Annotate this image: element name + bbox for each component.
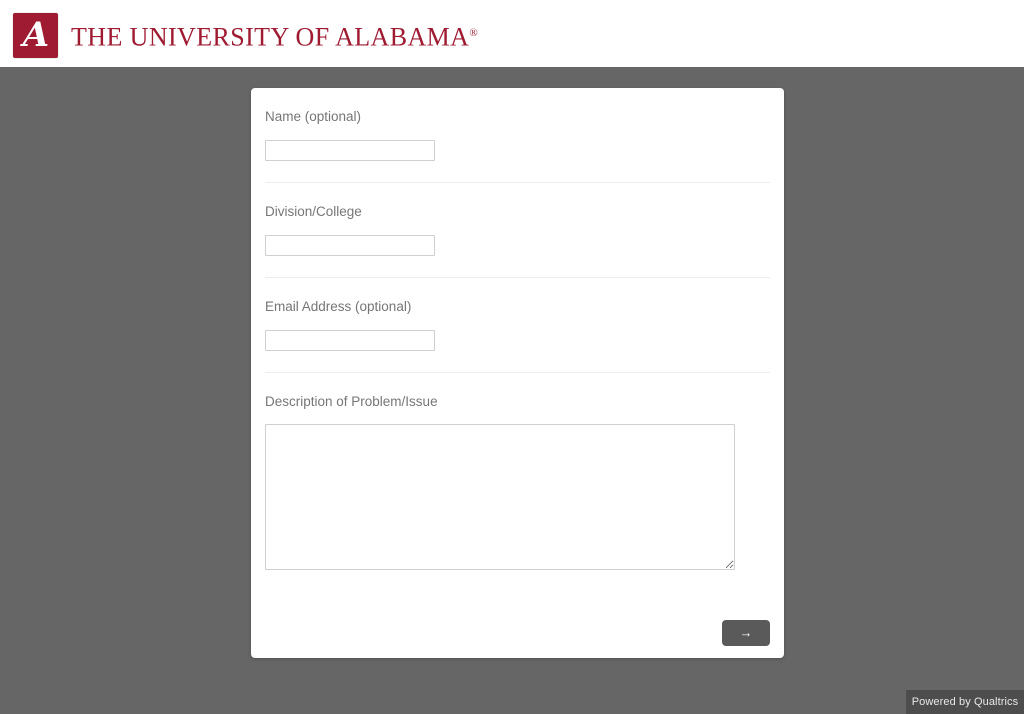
question-label-email: Email Address (optional) bbox=[265, 299, 412, 314]
question-input-wrap-name bbox=[265, 126, 770, 182]
question-input-wrap-division bbox=[265, 221, 770, 277]
brand-name-text: THE UNIVERSITY OF ALABAMA bbox=[71, 22, 470, 52]
site-header: A THE UNIVERSITY OF ALABAMA® bbox=[0, 0, 1024, 67]
survey-card: Name (optional) Division/College Email A… bbox=[251, 88, 784, 658]
email-address-input[interactable] bbox=[265, 330, 435, 351]
question-label-division: Division/College bbox=[265, 204, 362, 219]
question-label-name: Name (optional) bbox=[265, 109, 362, 124]
question-block-division: Division/College bbox=[265, 183, 770, 278]
survey-questions-container: Name (optional) Division/College Email A… bbox=[251, 88, 784, 570]
powered-by-qualtrics-badge[interactable]: Powered by Qualtrics bbox=[906, 690, 1024, 714]
question-block-description: Description of Problem/Issue bbox=[265, 373, 770, 570]
question-input-wrap-email bbox=[265, 316, 770, 372]
brand-name: THE UNIVERSITY OF ALABAMA® bbox=[71, 11, 478, 60]
registered-trademark-symbol: ® bbox=[469, 27, 478, 39]
next-page-button[interactable]: → bbox=[722, 620, 770, 646]
description-textarea[interactable] bbox=[265, 424, 735, 570]
question-block-name: Name (optional) bbox=[265, 88, 770, 183]
survey-card-footer: → bbox=[722, 620, 770, 646]
alabama-script-a-logo-icon: A bbox=[13, 12, 58, 58]
name-input[interactable] bbox=[265, 140, 435, 161]
question-label-description: Description of Problem/Issue bbox=[265, 394, 438, 409]
question-input-wrap-description bbox=[265, 411, 770, 570]
division-college-input[interactable] bbox=[265, 235, 435, 256]
question-block-email: Email Address (optional) bbox=[265, 278, 770, 373]
script-a-glyph: A bbox=[22, 14, 49, 55]
brand-lockup[interactable]: A THE UNIVERSITY OF ALABAMA® bbox=[13, 11, 478, 60]
